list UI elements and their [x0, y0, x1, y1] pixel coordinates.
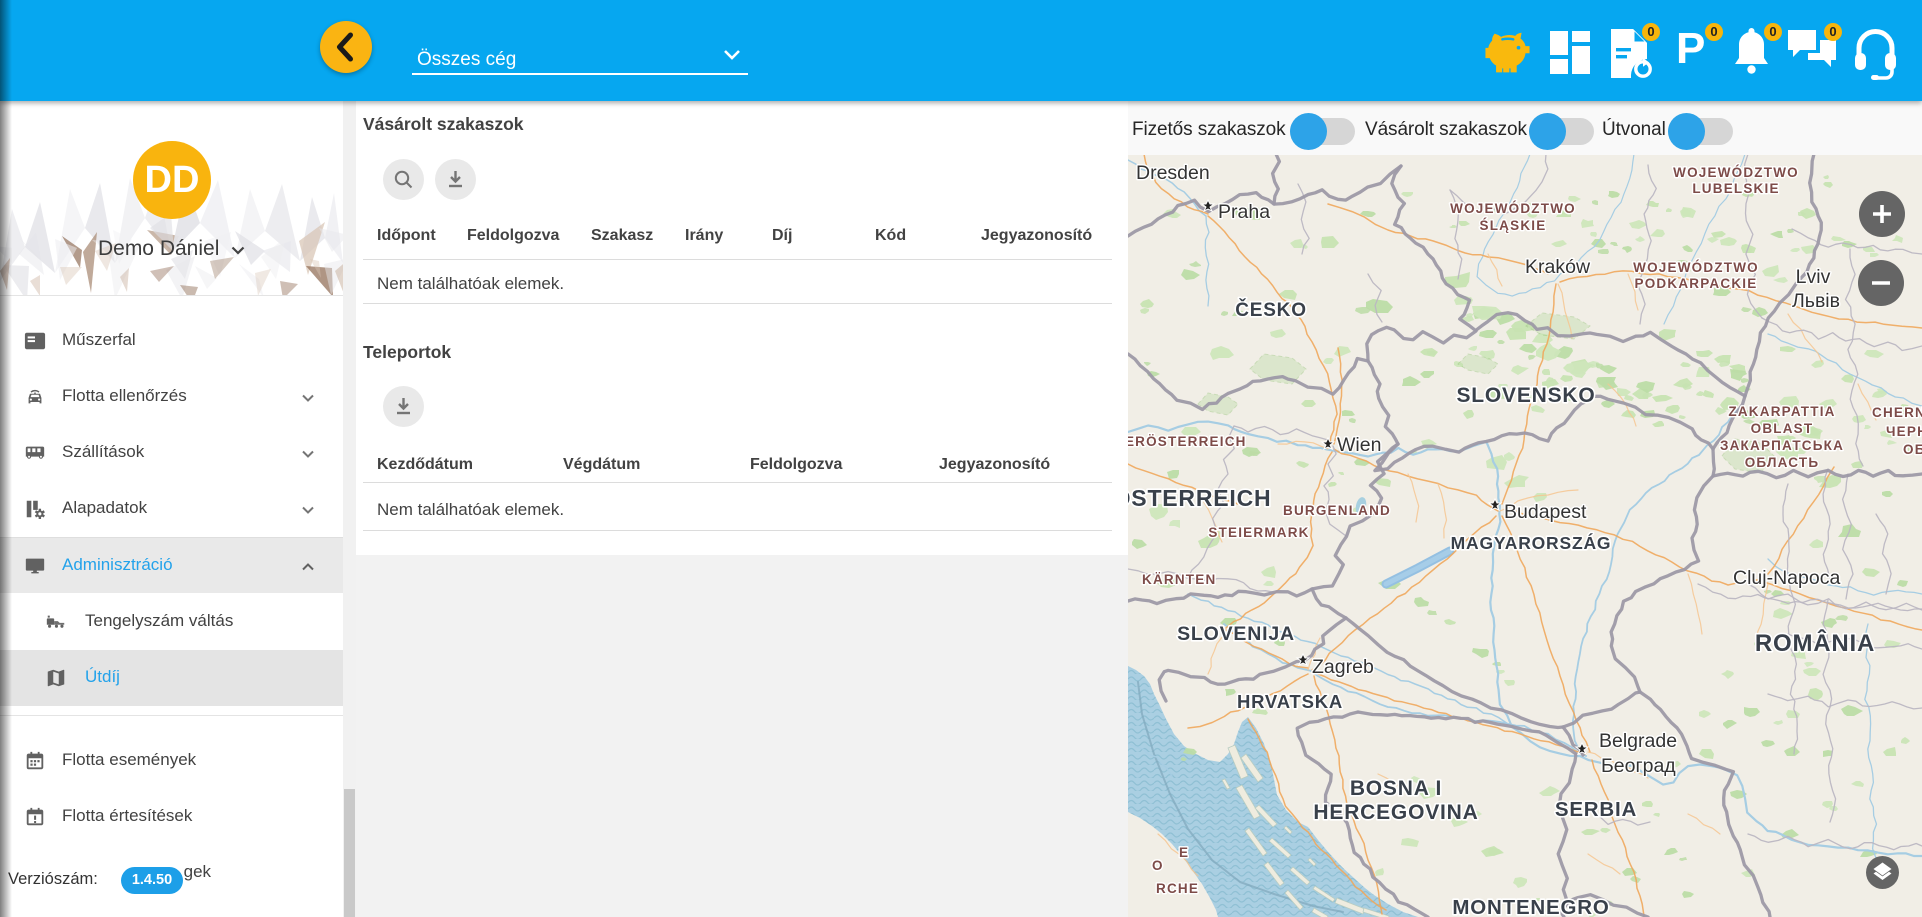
svg-text:Београд: Београд: [1601, 755, 1676, 777]
svg-text:ŚLĄSKIE: ŚLĄSKIE: [1480, 218, 1547, 233]
svg-text:BURGENLAND: BURGENLAND: [1283, 503, 1391, 518]
svg-text:Dresden: Dresden: [1136, 162, 1210, 184]
svg-text:Wien: Wien: [1337, 434, 1381, 456]
svg-text:MAGYARORSZÁG: MAGYARORSZÁG: [1451, 532, 1612, 553]
svg-text:ROMÂNIA: ROMÂNIA: [1755, 629, 1875, 657]
svg-text:Belgrade: Belgrade: [1599, 730, 1677, 752]
svg-text:Kraków: Kraków: [1525, 256, 1591, 278]
svg-text:ОБЛ: ОБЛ: [1903, 442, 1922, 457]
svg-text:WOJEWÓDZTWO: WOJEWÓDZTWO: [1633, 260, 1759, 275]
svg-text:ЧЕРН: ЧЕРН: [1886, 424, 1922, 439]
svg-text:O: O: [1152, 858, 1164, 873]
svg-text:WOJEWÓDZTWO: WOJEWÓDZTWO: [1673, 165, 1799, 180]
svg-text:E: E: [1179, 845, 1189, 860]
svg-text:ČESKO: ČESKO: [1235, 299, 1307, 321]
svg-text:RCHE: RCHE: [1156, 881, 1199, 896]
svg-text:Cluj-Napoca: Cluj-Napoca: [1733, 567, 1840, 589]
svg-text:SERBIA: SERBIA: [1555, 798, 1637, 821]
svg-text:SLOVENSKO: SLOVENSKO: [1456, 384, 1595, 407]
svg-text:WOJEWÓDZTWO: WOJEWÓDZTWO: [1450, 201, 1576, 216]
svg-text:SLOVENIJA: SLOVENIJA: [1177, 623, 1295, 645]
svg-text:ОБЛАСТЬ: ОБЛАСТЬ: [1745, 455, 1820, 470]
svg-text:KÄRNTEN: KÄRNTEN: [1142, 572, 1216, 587]
svg-text:Budapest: Budapest: [1504, 501, 1587, 523]
svg-text:STEIERMARK: STEIERMARK: [1208, 525, 1309, 540]
svg-text:Lviv: Lviv: [1796, 266, 1831, 288]
svg-text:Львів: Львів: [1792, 290, 1840, 312]
svg-text:HERCEGOVINA: HERCEGOVINA: [1313, 801, 1478, 824]
svg-text:HRVATSKA: HRVATSKA: [1237, 691, 1343, 712]
svg-text:MONTENEGRO: MONTENEGRO: [1452, 896, 1609, 917]
svg-text:Zagreb: Zagreb: [1312, 656, 1374, 678]
svg-text:OBLAST: OBLAST: [1751, 421, 1814, 436]
svg-text:BERÖSTERREICH: BERÖSTERREICH: [1128, 434, 1247, 449]
svg-text:ZAKARPATTIA: ZAKARPATTIA: [1728, 404, 1835, 419]
svg-text:ÖSTERREICH: ÖSTERREICH: [1128, 485, 1271, 511]
svg-text:PODKARPACKIE: PODKARPACKIE: [1635, 276, 1758, 291]
svg-text:ЗАКАРПАТСЬКА: ЗАКАРПАТСЬКА: [1720, 438, 1844, 453]
svg-text:CHERNI: CHERNI: [1872, 405, 1922, 420]
svg-text:Praha: Praha: [1218, 201, 1270, 223]
svg-text:BOSNA I: BOSNA I: [1350, 777, 1442, 800]
svg-text:LUBELSKIE: LUBELSKIE: [1692, 181, 1779, 196]
